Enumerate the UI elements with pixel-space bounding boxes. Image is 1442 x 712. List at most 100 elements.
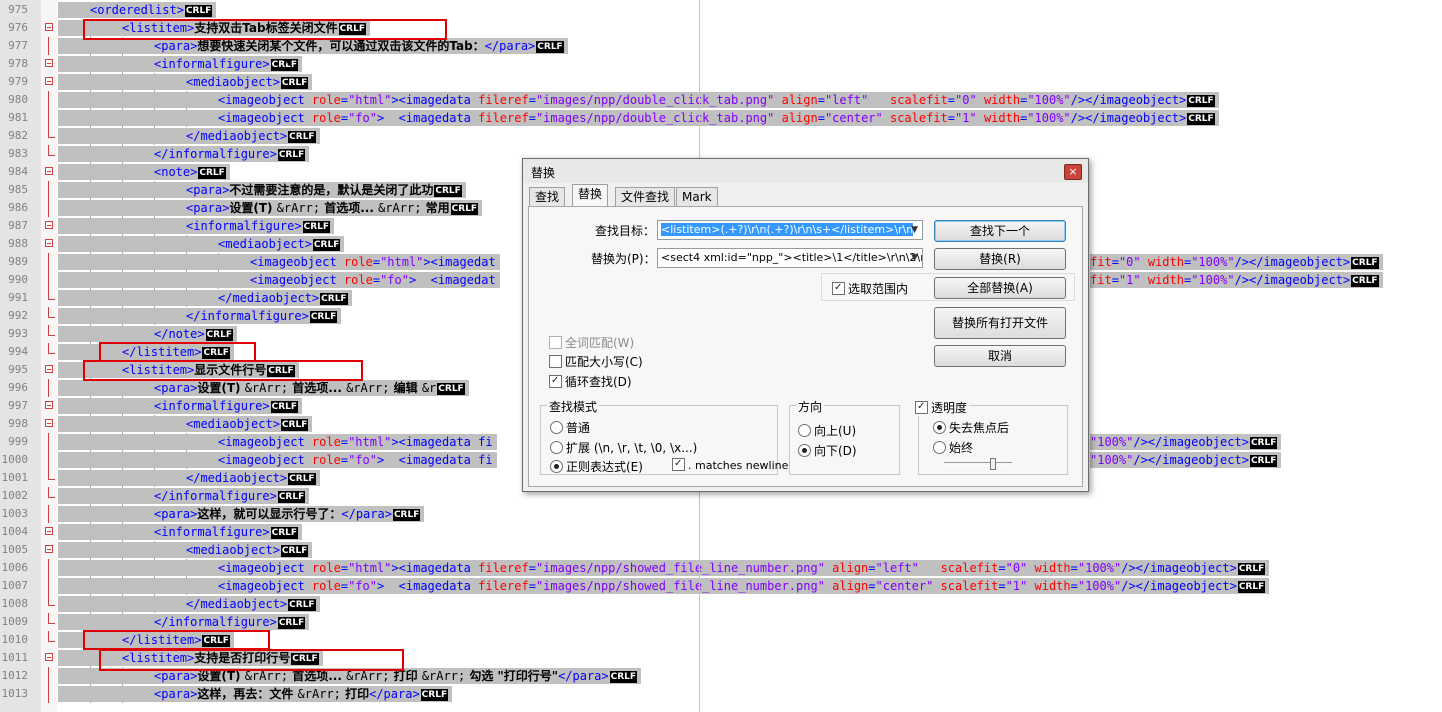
code-line[interactable]: 1007 <imageobject role="fo"> <imagedata f…: [0, 577, 1442, 595]
replace-all-open-button[interactable]: 替换所有打开文件: [934, 307, 1066, 339]
dialog-titlebar[interactable]: 替换 ×: [523, 159, 1088, 183]
checkbox-icon: [549, 375, 562, 388]
dropdown-arrow-icon[interactable]: ▼: [911, 249, 918, 267]
eol-marker: CRLF: [288, 473, 316, 485]
code-line[interactable]: 978 <informalfigure> CRLF: [0, 55, 1442, 73]
code-token: <imageobject: [218, 111, 312, 125]
trans-lose-focus-radio[interactable]: 失去焦点后: [933, 419, 1009, 436]
code-token: 勾选 "打印行号": [465, 669, 559, 683]
fold-toggle-icon[interactable]: [45, 365, 53, 373]
eol-marker: CRLF: [1249, 437, 1278, 449]
eol-marker: CRLF: [609, 671, 638, 683]
trans-always-radio[interactable]: 始终: [933, 439, 973, 456]
mode-regex-radio[interactable]: 正则表达式(E): [550, 458, 643, 475]
code-line[interactable]: 982 </mediaobject> CRLF: [0, 127, 1442, 145]
code-text: <mediaobject> CRLF: [186, 74, 313, 90]
selection-indent: [58, 326, 154, 342]
fold-toggle-icon[interactable]: [45, 653, 53, 661]
selection-indent: [58, 218, 186, 234]
match-case-checkbox[interactable]: 匹配大小写(C): [549, 353, 643, 370]
fold-toggle-icon[interactable]: [45, 419, 53, 427]
fold-end-icon: [48, 487, 55, 498]
code-token: <mediaobject>: [186, 543, 280, 557]
code-line[interactable]: 1005 <mediaobject> CRLF: [0, 541, 1442, 559]
find-input[interactable]: <listitem>(.+?)\r\n(.+?)\r\n\s+</listite…: [657, 220, 923, 240]
line-number: 985: [8, 183, 28, 196]
in-selection-checkbox[interactable]: 选取范围内: [832, 280, 908, 297]
code-line[interactable]: 1008 </mediaobject> CRLF: [0, 595, 1442, 613]
fold-toggle-icon[interactable]: [45, 77, 53, 85]
code-line[interactable]: 1013 <para>这样，再去：文件 &rArr; 打印</para> CRLF: [0, 685, 1442, 703]
match-case-label: 匹配大小写(C): [565, 355, 643, 369]
tab-replace[interactable]: 替换: [572, 184, 609, 207]
code-line[interactable]: 975 <orderedlist> CRLF: [0, 1, 1442, 19]
code-text: <informalfigure> CRLF: [186, 218, 335, 234]
code-token: <para>: [186, 183, 230, 197]
slider-thumb[interactable]: [990, 458, 996, 470]
replace-all-button[interactable]: 全部替换(A): [934, 277, 1066, 299]
fold-line: [48, 37, 49, 55]
fold-toggle-icon[interactable]: [45, 221, 53, 229]
fold-toggle-icon[interactable]: [45, 23, 53, 31]
fold-end-icon: [48, 595, 55, 606]
fold-toggle-icon[interactable]: [45, 167, 53, 175]
code-token: 这样，就可以显示行号了：: [197, 507, 342, 521]
code-token: "100%": [1027, 111, 1071, 125]
tab-mark[interactable]: Mark: [676, 187, 718, 207]
close-icon[interactable]: ×: [1064, 164, 1082, 180]
fold-end-icon: [48, 343, 55, 354]
code-line[interactable]: 1003 <para>这样，就可以显示行号了：</para> CRLF: [0, 505, 1442, 523]
code-text-right: "100%"/></imageobject> CRLF: [1090, 434, 1282, 450]
code-token: </note>: [154, 327, 205, 341]
fold-toggle-icon[interactable]: [45, 401, 53, 409]
code-token: "100%": [1191, 273, 1235, 287]
code-token: 打印: [389, 669, 422, 683]
direction-up-radio[interactable]: 向上(U): [798, 422, 856, 439]
code-token: <para>: [154, 381, 198, 395]
code-text: </mediaobject> CRLF: [186, 470, 320, 486]
code-line[interactable]: 980 <imageobject role="html"><imagedata f…: [0, 91, 1442, 109]
fold-toggle-icon[interactable]: [45, 527, 53, 535]
code-token: =: [1111, 255, 1119, 269]
mode-normal-radio[interactable]: 普通: [550, 419, 590, 436]
dot-matches-newline-checkbox[interactable]: . matches newline: [672, 458, 788, 472]
code-line[interactable]: 1009 </informalfigure> CRLF: [0, 613, 1442, 631]
replace-button[interactable]: 替换(R): [934, 248, 1066, 270]
fold-line: [48, 433, 49, 451]
fold-toggle-icon[interactable]: [45, 545, 53, 553]
replace-input[interactable]: <sect4 xml:id="npp_"><title>\1</title>\r…: [657, 248, 923, 268]
cancel-button[interactable]: 取消: [934, 345, 1066, 367]
find-next-button[interactable]: 查找下一个: [934, 220, 1066, 242]
transparency-slider[interactable]: [944, 458, 1012, 470]
code-token: "images/npp/showed_file_line_number.png": [535, 579, 825, 593]
eol-marker: CRLF: [184, 5, 213, 17]
fold-toggle-icon[interactable]: [45, 59, 53, 67]
code-line[interactable]: 979 <mediaobject> CRLF: [0, 73, 1442, 91]
mode-extended-radio[interactable]: 扩展 (\n, \r, \t, \0, \x...): [550, 439, 697, 456]
fold-toggle-icon[interactable]: [45, 239, 53, 247]
match-whole-word-checkbox[interactable]: 全词匹配(W): [549, 334, 634, 351]
code-line[interactable]: 1006 <imageobject role="html"><imagedata …: [0, 559, 1442, 577]
line-number: 993: [8, 327, 28, 340]
line-number: 997: [8, 399, 28, 412]
dropdown-arrow-icon[interactable]: ▼: [911, 221, 918, 239]
code-line[interactable]: 981 <imageobject role="fo"> <imagedata fi…: [0, 109, 1442, 127]
code-token: <imageobject: [250, 273, 344, 287]
code-token: =: [528, 579, 536, 593]
eol-marker: CRLF: [420, 689, 449, 701]
direction-down-radio[interactable]: 向下(D): [798, 442, 857, 459]
code-token: =: [1111, 273, 1119, 287]
tab-find[interactable]: 查找: [529, 187, 566, 207]
code-token: =: [340, 579, 349, 593]
code-token: width: [1147, 255, 1184, 269]
line-number: 1004: [1, 525, 29, 538]
code-line[interactable]: 1004 <informalfigure> CRLF: [0, 523, 1442, 541]
code-token: <para>: [154, 669, 198, 683]
wrap-around-checkbox[interactable]: 循环查找(D): [549, 373, 632, 390]
transparency-checkbox[interactable]: 透明度: [913, 399, 970, 416]
tab-find-in-files[interactable]: 文件查找: [615, 187, 676, 207]
